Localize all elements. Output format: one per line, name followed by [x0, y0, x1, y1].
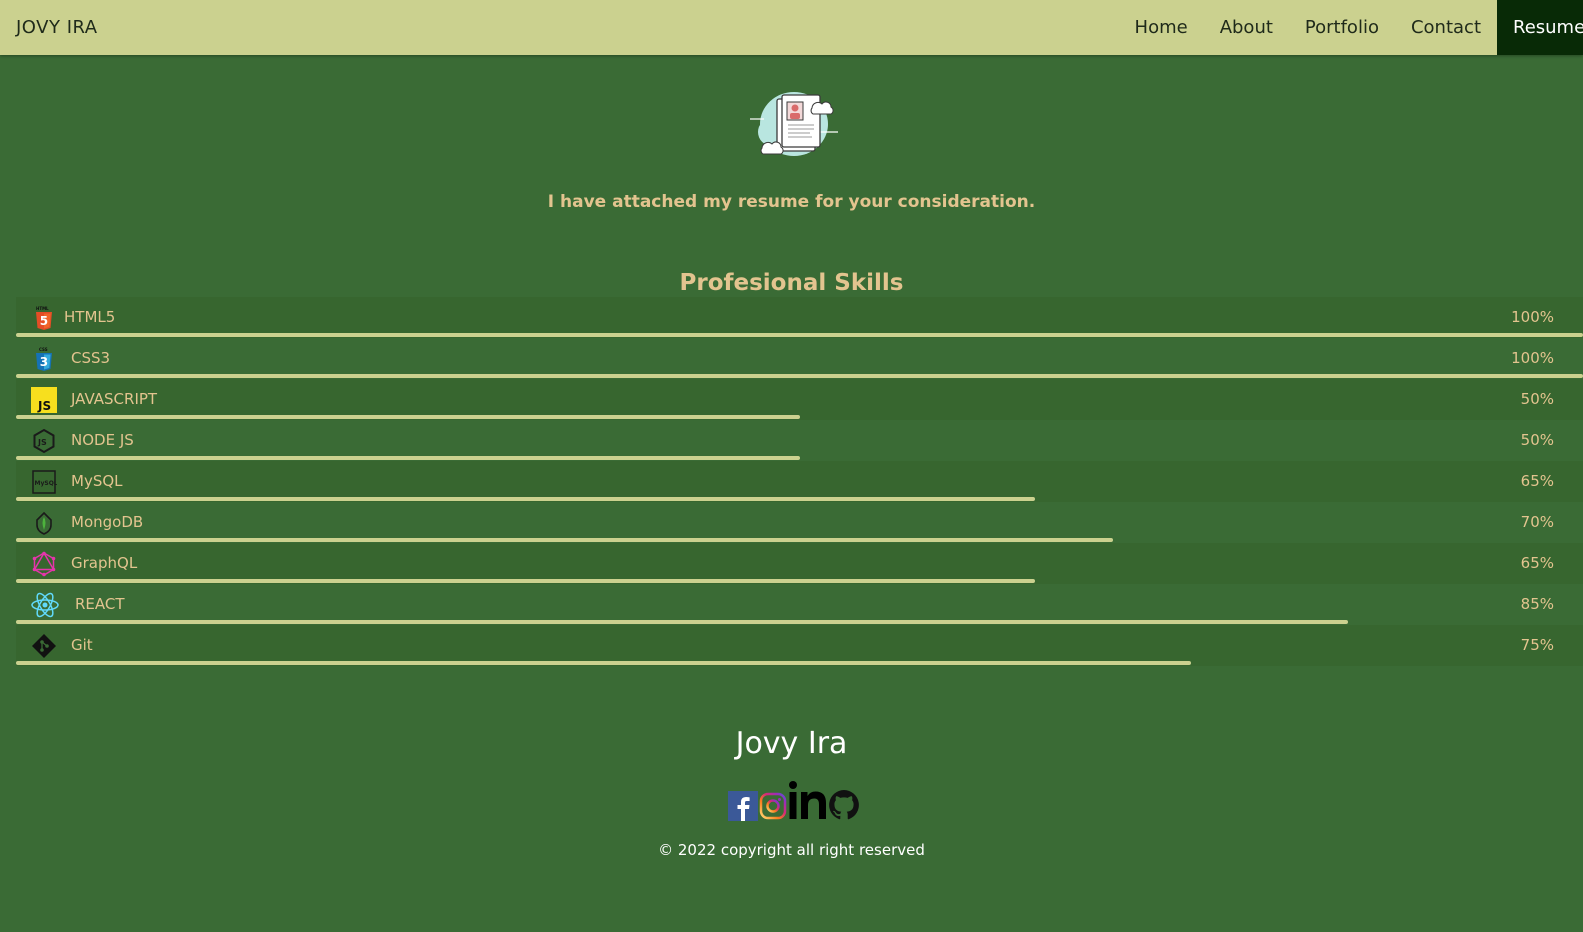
javascript-icon: JS: [31, 387, 57, 413]
skill-percent: 100%: [1511, 349, 1554, 367]
nav-resume[interactable]: Resume: [1497, 0, 1583, 55]
skill-name: NODE JS: [71, 431, 134, 449]
skill-progress-bar: [16, 620, 1348, 624]
skill-percent: 70%: [1520, 513, 1554, 531]
skill-progress-bar: [16, 456, 800, 460]
github-icon[interactable]: [828, 789, 860, 821]
mysql-icon: MySQL: [32, 470, 58, 494]
skill-name: CSS3: [71, 349, 111, 367]
skill-progress-bar: [16, 579, 1035, 583]
skill-percent: 65%: [1520, 472, 1554, 490]
skill-progress-bar: [16, 415, 800, 419]
skill-row-javascript: JS JAVASCRIPT 50%: [16, 379, 1583, 420]
git-icon: [32, 634, 56, 658]
skill-name: HTML5: [64, 308, 116, 326]
skills-list: HTML 5 HTML5 100% CSS 3 CSS3 100% JS JAV…: [16, 297, 1583, 666]
skill-progress-bar: [16, 497, 1035, 501]
skill-row-git: Git 75%: [16, 625, 1583, 666]
skill-percent: 50%: [1520, 390, 1554, 408]
skill-name: Git: [71, 636, 93, 654]
skill-percent: 85%: [1520, 595, 1554, 613]
copyright-text: © 2022 copyright all right reserved: [658, 841, 925, 859]
skill-row-css3: CSS 3 CSS3 100%: [16, 338, 1583, 379]
skill-percent: 75%: [1520, 636, 1554, 654]
skill-percent: 100%: [1511, 308, 1554, 326]
skill-progress-bar: [16, 374, 1583, 378]
skill-name: REACT: [75, 595, 125, 613]
resume-document-icon: [750, 82, 840, 160]
graphql-icon: [32, 551, 56, 577]
facebook-icon[interactable]: [728, 791, 758, 821]
skill-row-react: REACT 85%: [16, 584, 1583, 625]
linkedin-icon[interactable]: [788, 781, 828, 821]
svg-text:JS: JS: [37, 438, 47, 447]
nav-about[interactable]: About: [1204, 0, 1289, 55]
skill-name: MySQL: [71, 472, 123, 490]
skill-percent: 65%: [1520, 554, 1554, 572]
skill-progress-bar: [16, 661, 1192, 665]
brand-logo[interactable]: JOVY IRA: [16, 0, 98, 55]
nav-portfolio[interactable]: Portfolio: [1289, 0, 1395, 55]
skill-row-mysql: MySQL MySQL 65%: [16, 461, 1583, 502]
resume-intro-text: I have attached my resume for your consi…: [547, 192, 1036, 212]
svg-text:3: 3: [40, 355, 48, 369]
svg-text:MySQL: MySQL: [35, 480, 58, 487]
skill-percent: 50%: [1520, 431, 1554, 449]
react-icon: [31, 592, 59, 618]
svg-text:CSS: CSS: [39, 347, 48, 352]
html5-icon: HTML 5: [36, 306, 52, 330]
footer-name: Jovy Ira: [735, 726, 848, 761]
instagram-icon[interactable]: [758, 791, 788, 821]
mongodb-icon: [36, 511, 52, 535]
navbar: JOVY IRA Home About Portfolio Contact Re…: [0, 0, 1583, 55]
skill-row-html5: HTML 5 HTML5 100%: [16, 297, 1583, 338]
skill-row-mongodb: MongoDB 70%: [16, 502, 1583, 543]
svg-text:JS: JS: [37, 399, 51, 413]
skill-row-graphql: GraphQL 65%: [16, 543, 1583, 584]
skill-name: MongoDB: [71, 513, 144, 531]
skill-progress-bar: [16, 333, 1583, 337]
skill-row-nodejs: JS NODE JS 50%: [16, 420, 1583, 461]
css3-icon: CSS 3: [36, 347, 52, 371]
nav-home[interactable]: Home: [1119, 0, 1204, 55]
skill-progress-bar: [16, 538, 1113, 542]
svg-text:5: 5: [40, 314, 48, 328]
skills-section-title: Profesional Skills: [679, 270, 904, 296]
social-links: [728, 781, 860, 821]
nav-contact[interactable]: Contact: [1395, 0, 1497, 55]
nodejs-icon: JS: [33, 428, 55, 454]
svg-text:HTML: HTML: [36, 306, 49, 311]
skill-name: JAVASCRIPT: [71, 390, 158, 408]
nav-links: Home About Portfolio Contact Resume: [1119, 0, 1583, 55]
skill-name: GraphQL: [71, 554, 138, 572]
